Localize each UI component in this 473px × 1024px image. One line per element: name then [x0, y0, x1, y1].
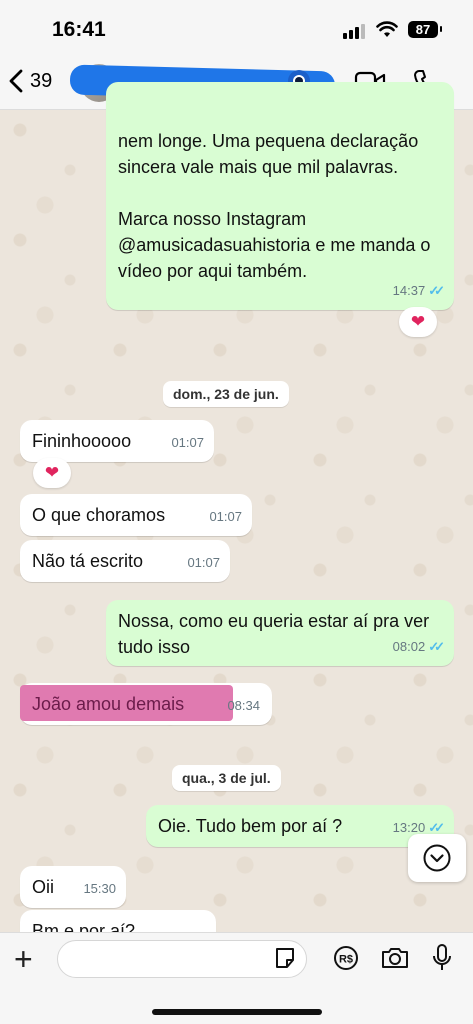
- message-time: 08:34: [227, 698, 260, 713]
- message-text: João amou demais: [32, 694, 185, 714]
- message-incoming[interactable]: O que choramos 01:07: [20, 494, 252, 536]
- message-meta: 14:37 ✓✓: [392, 278, 445, 304]
- message-meta: 08:34: [227, 693, 260, 719]
- message-meta: 01:07: [209, 504, 242, 530]
- message-text: Oii: [32, 877, 54, 897]
- message-text: Fininhooooo: [32, 431, 132, 451]
- heart-reaction[interactable]: ❤: [399, 307, 437, 337]
- message-time: 01:07: [171, 435, 204, 450]
- mic-icon[interactable]: [432, 943, 452, 973]
- date-separator: qua., 3 de jul.: [172, 765, 281, 791]
- scroll-down-icon: [423, 844, 451, 872]
- message-incoming[interactable]: João amou demais 08:34: [20, 683, 272, 725]
- wifi-icon: [376, 21, 398, 37]
- read-ticks-icon: ✓✓: [428, 283, 445, 298]
- date-separator: dom., 23 de jun.: [163, 381, 289, 407]
- home-indicator: [152, 1009, 322, 1015]
- message-meta: 08:02 ✓✓: [392, 634, 445, 660]
- message-time: 01:07: [187, 555, 220, 570]
- message-incoming[interactable]: Oii 15:30: [20, 866, 126, 908]
- battery-indicator: 87: [408, 21, 442, 38]
- status-bar: 16:41 87: [0, 0, 473, 56]
- plus-icon[interactable]: +: [14, 943, 33, 975]
- composer-bar: + R$: [0, 932, 473, 1024]
- message-text: nem longe. Uma pequena declaração sincer…: [118, 131, 431, 281]
- message-text: Não tá escrito: [32, 551, 144, 571]
- signal-icon: [343, 24, 365, 39]
- message-time: 01:07: [209, 509, 242, 524]
- read-ticks-icon: ✓✓: [428, 639, 445, 654]
- message-incoming[interactable]: Não tá escrito 01:07: [20, 540, 230, 582]
- message-meta: 01:07: [171, 430, 204, 456]
- svg-text:R$: R$: [339, 954, 353, 966]
- message-input[interactable]: [57, 940, 307, 978]
- message-time: 14:37: [392, 283, 426, 298]
- message-outgoing[interactable]: nem longe. Uma pequena declaração sincer…: [106, 82, 454, 310]
- message-text: Oie. Tudo bem por aí ?: [158, 816, 343, 836]
- message-incoming[interactable]: Fininhooooo 01:07: [20, 420, 214, 462]
- status-time: 16:41: [52, 18, 106, 41]
- message-meta: 15:30: [83, 876, 116, 902]
- message-text: O que choramos: [32, 505, 166, 525]
- message-time: 15:30: [83, 881, 116, 896]
- message-outgoing[interactable]: Nossa, como eu queria estar aí pra ver t…: [106, 600, 454, 666]
- message-text: Nossa, como eu queria estar aí pra ver t…: [118, 611, 430, 657]
- message-time: 08:02: [392, 639, 426, 654]
- camera-icon[interactable]: [380, 945, 410, 971]
- scroll-down-button[interactable]: [408, 834, 466, 882]
- message-meta: 01:07: [187, 550, 220, 576]
- pix-icon[interactable]: R$: [333, 945, 359, 971]
- heart-reaction[interactable]: ❤: [33, 458, 71, 488]
- sticker-icon[interactable]: [273, 946, 297, 970]
